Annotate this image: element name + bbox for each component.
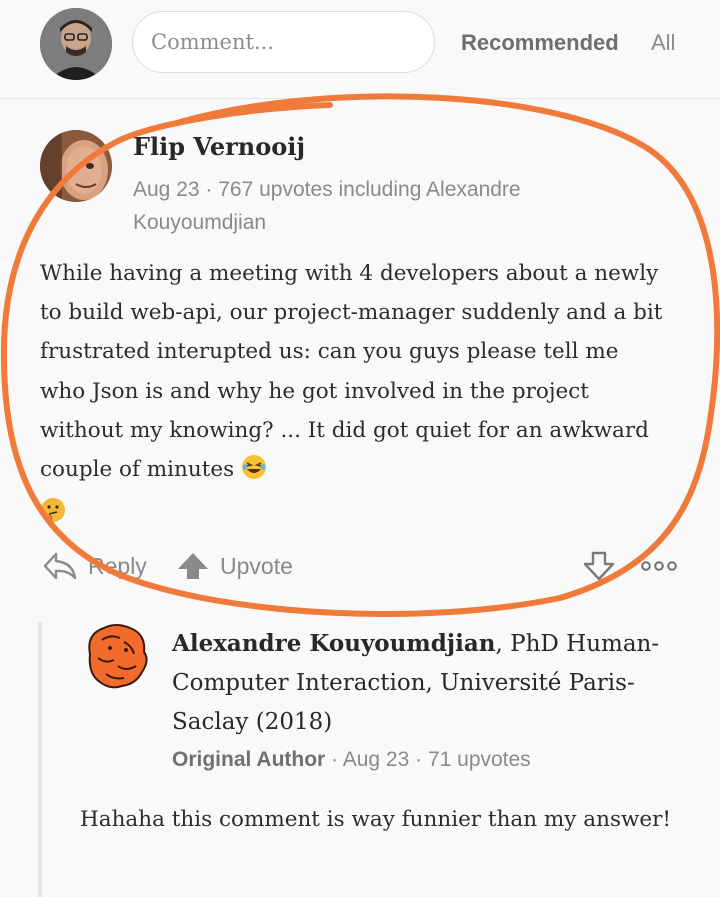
comment-header: Recommended All xyxy=(0,0,720,99)
reply-arrow-icon xyxy=(42,551,78,581)
upvote-button[interactable]: Upvote xyxy=(176,548,293,584)
reply-label: Reply xyxy=(88,552,147,579)
reply-thread-rail xyxy=(38,622,42,897)
more-options-button[interactable] xyxy=(640,548,678,584)
reply-button[interactable]: Reply xyxy=(42,548,147,584)
comment-author-name[interactable]: Flip Vernooij xyxy=(133,132,305,161)
reply-body: Hahaha this comment is way funnier than … xyxy=(80,807,672,832)
reply-meta-text: · Aug 23 · 71 upvotes xyxy=(325,748,531,771)
downvote-arrow-icon xyxy=(582,550,616,582)
comment-meta: Aug 23 · 767 upvotes including Alexandre… xyxy=(133,178,521,234)
comment-input[interactable] xyxy=(132,11,435,73)
comment-author-avatar[interactable] xyxy=(40,130,112,202)
reply-author-line: Alexandre Kouyoumdjian, PhD Human-Comput… xyxy=(172,624,692,742)
thinking-emoji-icon xyxy=(40,497,66,536)
laughing-emoji-icon xyxy=(241,454,267,493)
downvote-button[interactable] xyxy=(582,548,616,584)
upvote-arrow-icon xyxy=(176,551,210,581)
comment-body: While having a meeting with 4 developers… xyxy=(40,254,670,536)
reply-meta: Original Author · Aug 23 · 71 upvotes xyxy=(172,748,531,772)
reply-author-avatar[interactable] xyxy=(80,620,152,692)
original-author-badge: Original Author xyxy=(172,748,326,771)
upvote-label: Upvote xyxy=(220,552,293,579)
more-dots-icon xyxy=(640,560,678,572)
tab-recommended[interactable]: Recommended xyxy=(461,30,619,56)
tab-all[interactable]: All xyxy=(651,30,675,56)
comment-body-text: While having a meeting with 4 developers… xyxy=(40,261,663,483)
current-user-avatar[interactable] xyxy=(40,8,112,80)
reply-author-name[interactable]: Alexandre Kouyoumdjian xyxy=(172,630,495,657)
